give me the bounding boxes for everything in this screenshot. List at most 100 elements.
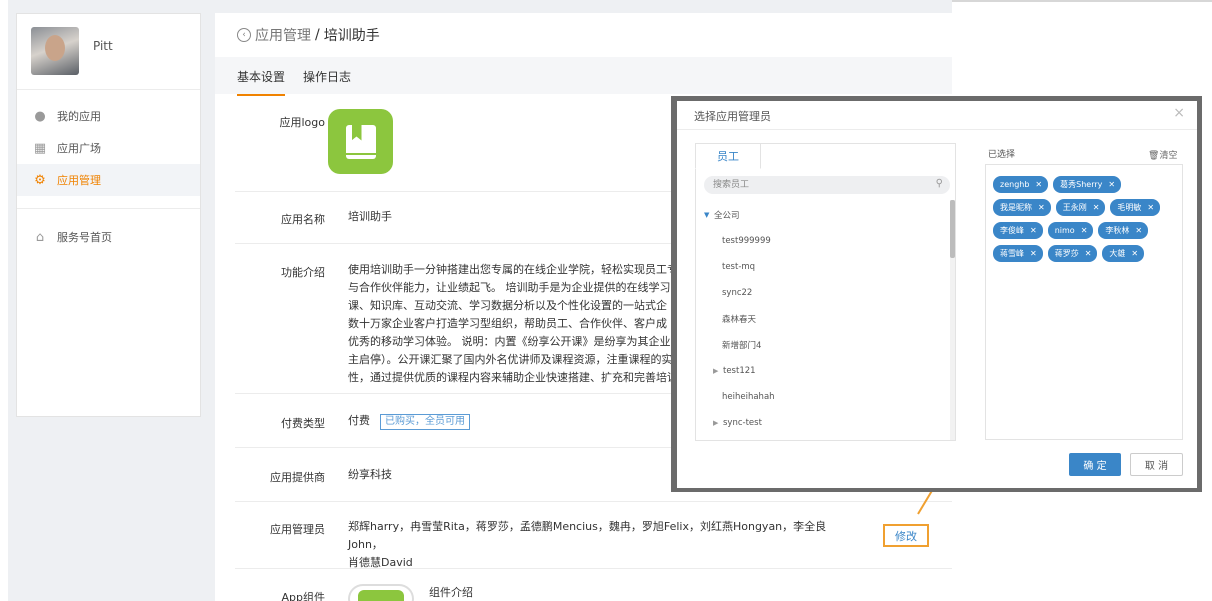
close-icon[interactable]: ✕ — [1038, 203, 1045, 212]
chip-label: 蒋罗莎 — [1054, 249, 1079, 258]
close-icon[interactable]: ✕ — [1108, 180, 1115, 189]
selected-chip[interactable]: nimo ✕ — [1047, 222, 1094, 239]
name-label: 应用名称 — [281, 213, 325, 226]
close-icon[interactable]: ✕ — [1135, 226, 1142, 235]
sidebar-item-app-management[interactable]: ⚙ 应用管理 — [17, 164, 200, 196]
clear-button[interactable]: 🗑清空 — [1148, 148, 1177, 161]
close-icon[interactable]: ✕ — [1093, 203, 1100, 212]
selected-chip[interactable]: 李俊峰 ✕ — [993, 222, 1043, 239]
selected-chip[interactable]: 葛秀Sherry ✕ — [1053, 176, 1122, 193]
user-profile: Pitt — [17, 14, 200, 90]
tree-node[interactable]: ▶ test121 — [696, 358, 951, 384]
tree-node[interactable]: ▶ sync-test — [696, 410, 951, 436]
tree-node[interactable]: test999999 — [696, 228, 951, 254]
intro-line: 优秀的移动学习体验。 说明：内置《纷享公开课》是纷享为其企业 — [348, 335, 671, 348]
caret-right-icon[interactable]: ▶ — [713, 419, 721, 427]
tree-node-label: sync22 — [722, 288, 753, 298]
intro-line: 性，通过提供优质的课程内容来辅助企业快速搭建、扩充和完善培训 — [348, 371, 678, 384]
top-divider — [952, 0, 1212, 2]
chip-label: 葛秀Sherry — [1060, 180, 1103, 189]
chip-label: 大雄 — [1109, 249, 1126, 258]
close-icon[interactable]: ✕ — [1147, 203, 1154, 212]
tree-node[interactable]: 森林春天 — [696, 306, 951, 332]
sidebar-item-app-square[interactable]: ▦ 应用广场 — [17, 132, 200, 164]
tab-basic-settings[interactable]: 基本设置 — [237, 68, 286, 96]
tree-node-label: 新增部门4 — [722, 341, 762, 351]
select-admin-modal: 选择应用管理员 × 员工 ⚲ ▼ 全公司 test999999 test-mq … — [677, 101, 1197, 488]
confirm-button[interactable]: 确 定 — [1069, 453, 1121, 476]
intro-label: 功能介绍 — [281, 266, 325, 279]
modal-header-divider — [677, 129, 1197, 130]
chip-label: nimo — [1054, 226, 1075, 235]
intro-line: 课、知识库、互动交流、学习数据分析以及个性化设置的一站式企 — [348, 299, 667, 312]
close-icon[interactable]: × — [1173, 105, 1185, 121]
tree-node-label: test999999 — [722, 236, 771, 246]
sidebar-item-my-apps[interactable]: ● 我的应用 — [17, 100, 200, 132]
chip-label: 毛明敏 — [1117, 203, 1142, 212]
admin-label: 应用管理员 — [270, 523, 325, 536]
name-value: 培训助手 — [348, 210, 392, 223]
tree-node[interactable]: 新增部门4 — [696, 332, 951, 358]
tabs-bar: 基本设置 操作日志 — [215, 57, 952, 96]
close-icon[interactable]: ✕ — [1085, 249, 1092, 258]
tree-node-label: 全公司 — [714, 211, 740, 221]
close-icon[interactable]: ✕ — [1081, 226, 1088, 235]
back-icon[interactable]: ‹ — [237, 28, 251, 42]
sidebar-item-service-home[interactable]: ⌂ 服务号首页 — [17, 221, 200, 253]
tab-employees[interactable]: 员工 — [695, 143, 761, 169]
selected-heading: 已选择 — [988, 150, 1016, 160]
selected-chip[interactable]: 蒋罗莎 ✕ — [1047, 245, 1098, 262]
modal-title: 选择应用管理员 — [694, 110, 771, 123]
app-logo[interactable] — [328, 109, 393, 174]
clear-label: 清空 — [1159, 151, 1178, 161]
intro-line: 使用培训助手一分钟搭建出您专属的在线企业学院，轻松实现员工专 — [348, 263, 678, 276]
cancel-button[interactable]: 取 消 — [1130, 453, 1183, 476]
caret-down-icon[interactable]: ▼ — [704, 211, 712, 219]
trash-icon: 🗑 — [1148, 151, 1160, 161]
app-component-toggle[interactable] — [348, 584, 414, 601]
close-icon[interactable]: ✕ — [1030, 226, 1037, 235]
avatar[interactable] — [31, 27, 79, 75]
close-icon[interactable]: ✕ — [1131, 249, 1138, 258]
selected-chip[interactable]: 毛明敏 ✕ — [1110, 199, 1161, 216]
sidebar: Pitt ● 我的应用 ▦ 应用广场 ⚙ 应用管理 ⌂ 服务号首页 — [16, 13, 201, 417]
tree-node[interactable]: heiheihahah — [696, 384, 951, 410]
provider-value: 纷享科技 — [348, 468, 392, 481]
admin-line: 郑辉harry，冉雪莹Rita，蒋罗莎，孟德鹏Mencius，魏冉，罗旭Feli… — [348, 520, 827, 551]
selected-chip[interactable]: zenghb ✕ — [993, 176, 1049, 193]
modify-button[interactable]: 修改 — [883, 524, 929, 547]
user-name: Pitt — [93, 39, 113, 53]
pay-label: 付费类型 — [281, 417, 325, 430]
tree-node-label: heiheihahah — [722, 392, 775, 402]
admin-value: 郑辉harry，冉雪莹Rita，蒋罗莎，孟德鹏Mencius，魏冉，罗旭Feli… — [348, 518, 838, 572]
scrollbar-thumb[interactable] — [950, 200, 955, 258]
selected-chip[interactable]: 我是昵称 ✕ — [993, 199, 1051, 216]
tree-node-company[interactable]: ▼ 全公司 — [696, 202, 951, 228]
chip-label: zenghb — [1000, 180, 1030, 189]
tree-scrollbar[interactable] — [950, 200, 955, 440]
user-icon: ● — [34, 108, 46, 124]
gear-icon: ⚙ — [34, 172, 46, 188]
tree-node[interactable]: test-mq — [696, 254, 951, 280]
selected-chip[interactable]: 王永刚 ✕ — [1055, 199, 1106, 216]
tab-operation-log[interactable]: 操作日志 — [303, 68, 351, 85]
intro-line: 数十万家企业客户打造学习型组织，帮助员工、合作伙伴、客户成 — [348, 317, 667, 330]
component-intro-label: 组件介绍 — [429, 586, 473, 599]
selected-chip[interactable]: 李秋林 ✕ — [1098, 222, 1149, 239]
row-admins: 应用管理员 郑辉harry，冉雪莹Rita，蒋罗莎，孟德鹏Mencius，魏冉，… — [235, 502, 952, 569]
tree-node-label: test-mq — [722, 262, 756, 272]
tree-node[interactable]: sync22 — [696, 280, 951, 306]
status-badge: 已购买，全员可用 — [380, 414, 470, 430]
breadcrumb-parent[interactable]: 应用管理 — [255, 25, 311, 45]
app-component-label: App组件 — [281, 591, 326, 601]
selected-chip[interactable]: 大雄 ✕ — [1102, 245, 1145, 262]
sidebar-item-label: 我的应用 — [57, 110, 101, 123]
close-icon[interactable]: ✕ — [1035, 180, 1042, 189]
search-input[interactable] — [704, 176, 924, 194]
admin-line: 肖德慧David — [348, 556, 413, 569]
caret-right-icon[interactable]: ▶ — [713, 367, 721, 375]
selected-chip[interactable]: 蒋雪峰 ✕ — [993, 245, 1043, 262]
close-icon[interactable]: ✕ — [1030, 249, 1037, 258]
tree-node-label: 森林春天 — [722, 315, 757, 325]
search-icon[interactable]: ⚲ — [936, 178, 943, 189]
